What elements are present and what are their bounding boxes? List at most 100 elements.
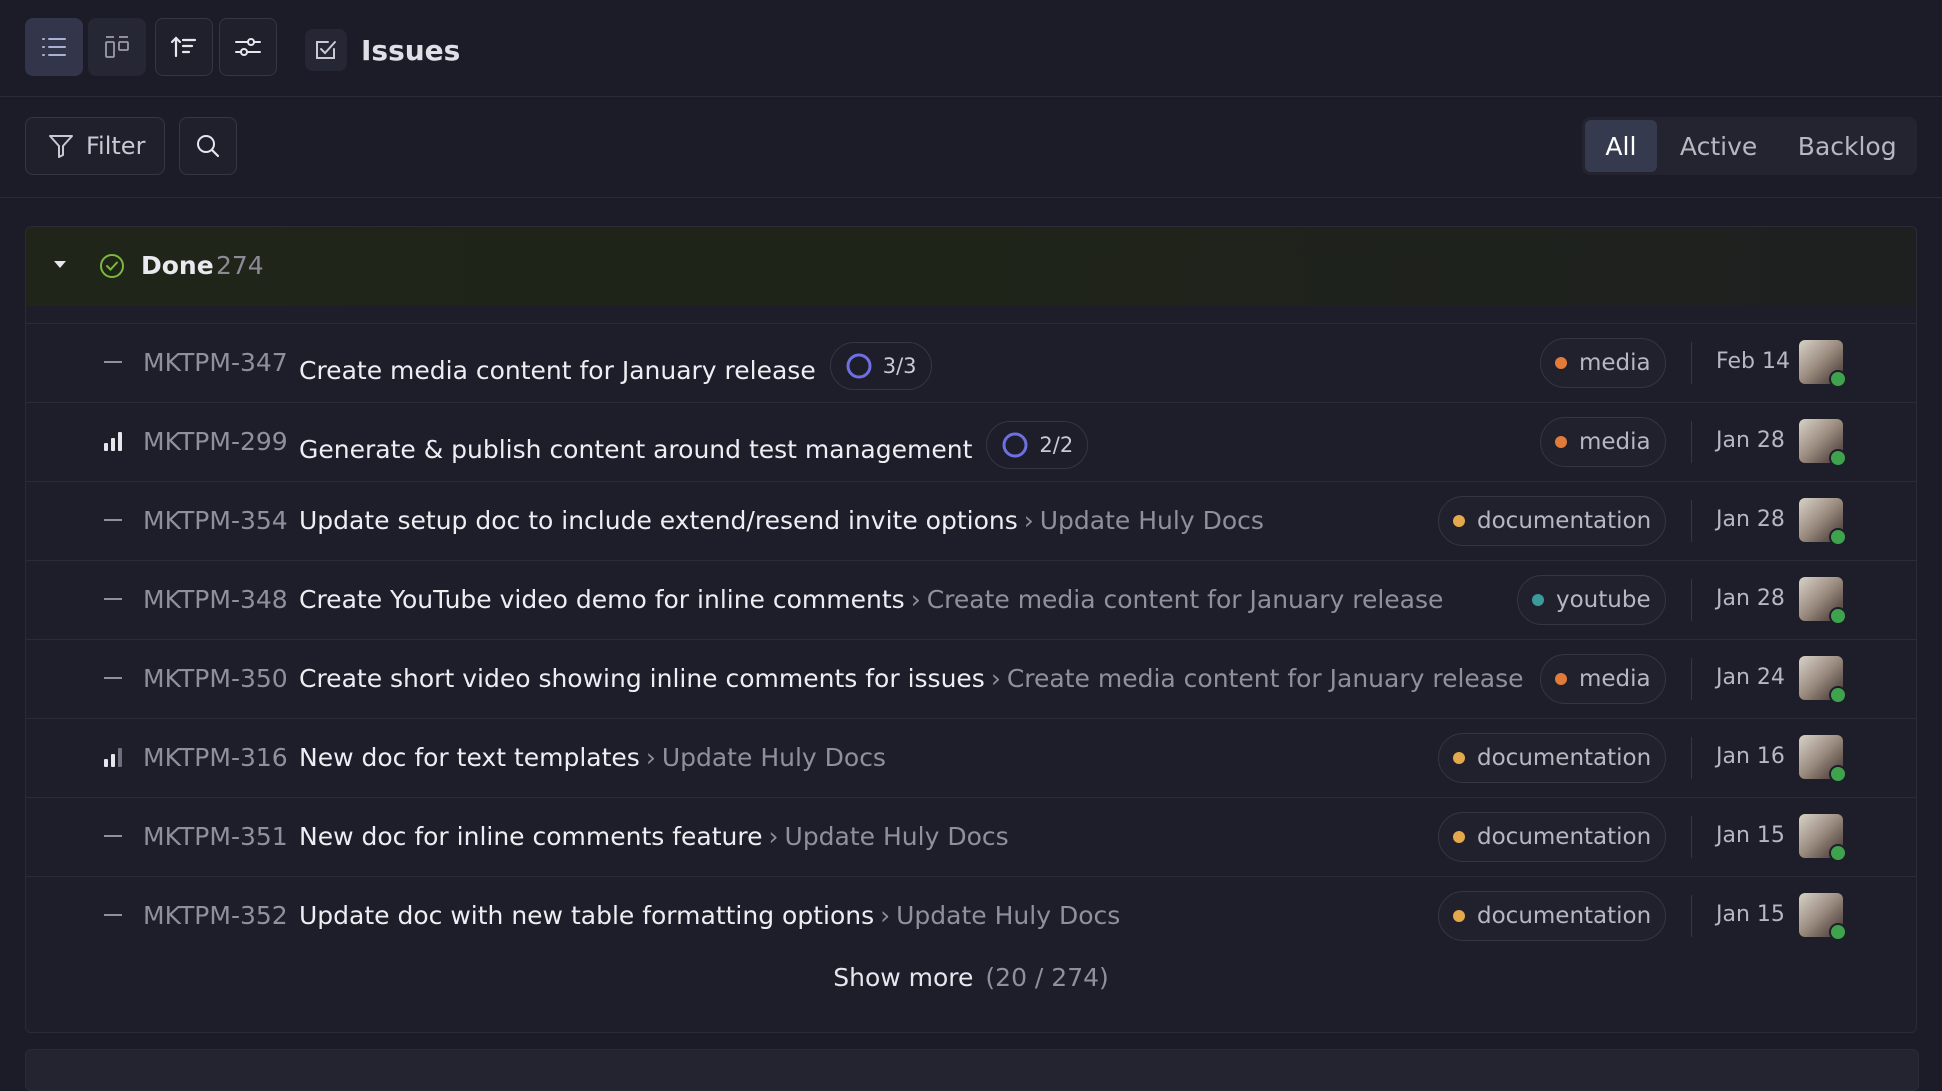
issue-title[interactable]: Generate & publish content around test m…: [299, 421, 1089, 475]
issue-title-text: Create YouTube video demo for inline com…: [299, 585, 905, 614]
parent-issue-link[interactable]: Update Huly Docs: [785, 822, 1009, 851]
issue-title[interactable]: Create media content for January release…: [299, 342, 932, 396]
sort-icon: [170, 36, 197, 58]
online-status-dot: [1829, 923, 1847, 941]
issue-id[interactable]: MKTPM-354: [143, 506, 288, 535]
label-color-dot: [1555, 436, 1567, 448]
breadcrumb-separator: ›: [880, 901, 891, 930]
no-priority-icon[interactable]: [101, 510, 125, 530]
issue-title[interactable]: New doc for text templates › Update Huly D…: [299, 743, 886, 772]
list-view-button[interactable]: [25, 18, 83, 76]
sub-issues-progress[interactable]: 3/3: [829, 342, 932, 390]
divider: [1691, 421, 1692, 463]
divider: [1691, 579, 1692, 621]
modified-date[interactable]: Jan 24: [1716, 665, 1785, 690]
issue-id[interactable]: MKTPM-348: [143, 585, 288, 614]
parent-issue-link[interactable]: Create media content for January release: [1007, 664, 1524, 693]
show-more-count: (20 / 274): [985, 963, 1109, 992]
high-priority-icon[interactable]: [101, 431, 125, 451]
issue-row[interactable]: MKTPM-316 New doc for text templates › Upda…: [26, 718, 1916, 797]
issue-title[interactable]: Update doc with new table formatting opt…: [299, 901, 1120, 930]
label-color-dot: [1453, 910, 1465, 922]
label-tag[interactable]: media: [1540, 654, 1666, 704]
issue-title[interactable]: New doc for inline comments feature › Upda…: [299, 822, 1009, 851]
search-icon: [197, 135, 220, 158]
issue-id[interactable]: MKTPM-351: [143, 822, 288, 851]
label-tag[interactable]: documentation: [1438, 496, 1667, 546]
assignee-avatar[interactable]: [1799, 735, 1847, 783]
issue-row[interactable]: MKTPM-354 Update setup doc to include ext…: [26, 481, 1916, 560]
modified-date[interactable]: Jan 28: [1716, 507, 1785, 532]
issue-title[interactable]: Create short video showing inline commen…: [299, 664, 1524, 693]
assignee-avatar[interactable]: [1799, 577, 1847, 625]
issue-id[interactable]: MKTPM-299: [143, 427, 288, 456]
sliders-icon: [235, 38, 261, 56]
issue-title[interactable]: Create YouTube video demo for inline com…: [299, 585, 1443, 614]
label-tag[interactable]: documentation: [1438, 733, 1667, 783]
issue-row[interactable]: MKTPM-347 Create media content for Januar…: [26, 323, 1916, 402]
parent-issue-link[interactable]: Update Huly Docs: [896, 901, 1120, 930]
chevron-down-icon[interactable]: [52, 258, 68, 270]
show-more-button[interactable]: Show more (20 / 274): [26, 963, 1916, 992]
progress-ring-icon: [1002, 432, 1028, 458]
medium-priority-icon[interactable]: [101, 747, 125, 767]
assignee-avatar[interactable]: [1799, 656, 1847, 704]
no-priority-icon[interactable]: [101, 589, 125, 609]
label-tag[interactable]: media: [1540, 417, 1666, 467]
label-tag[interactable]: youtube: [1517, 575, 1666, 625]
tab-all[interactable]: All: [1585, 120, 1657, 172]
issue-id[interactable]: MKTPM-347: [143, 348, 288, 377]
issue-title-text: Create short video showing inline commen…: [299, 664, 985, 693]
assignee-avatar[interactable]: [1799, 498, 1847, 546]
modified-date[interactable]: Feb 14: [1716, 349, 1790, 374]
search-button[interactable]: [179, 117, 237, 175]
modified-date[interactable]: Jan 16: [1716, 744, 1785, 769]
online-status-dot: [1829, 449, 1847, 467]
issue-row[interactable]: MKTPM-350 Create short video showing inli…: [26, 639, 1916, 718]
label-tag[interactable]: documentation: [1438, 891, 1667, 941]
modified-date[interactable]: Jan 15: [1716, 902, 1785, 927]
label-tag[interactable]: documentation: [1438, 812, 1667, 862]
divider: [1691, 658, 1692, 700]
page-title: Issues: [361, 33, 461, 67]
online-status-dot: [1829, 370, 1847, 388]
tab-backlog[interactable]: Backlog: [1780, 120, 1914, 172]
issue-row[interactable]: MKTPM-348 Create YouTube video demo for i…: [26, 560, 1916, 639]
issue-id[interactable]: MKTPM-352: [143, 901, 288, 930]
modified-date[interactable]: Jan 15: [1716, 823, 1785, 848]
issue-row[interactable]: MKTPM-351 New doc for inline comments fea…: [26, 797, 1916, 876]
breadcrumb-separator: ›: [990, 664, 1001, 693]
issue-row[interactable]: MKTPM-299 Generate & publish content arou…: [26, 402, 1916, 481]
no-priority-icon[interactable]: [101, 905, 125, 925]
sub-issues-progress[interactable]: 2/2: [986, 421, 1089, 469]
tab-active[interactable]: Active: [1657, 120, 1781, 172]
issue-title[interactable]: Update setup doc to include extend/resen…: [299, 506, 1264, 535]
board-view-button[interactable]: [88, 18, 146, 76]
no-priority-icon[interactable]: [101, 826, 125, 846]
view-options-button[interactable]: [219, 18, 277, 76]
assignee-avatar[interactable]: [1799, 340, 1847, 388]
assignee-avatar[interactable]: [1799, 893, 1847, 941]
parent-issue-link[interactable]: Update Huly Docs: [662, 743, 886, 772]
assignee-avatar[interactable]: [1799, 419, 1847, 467]
group-title: Done: [141, 251, 214, 280]
parent-issue-link[interactable]: Create media content for January release: [927, 585, 1444, 614]
modified-date[interactable]: Jan 28: [1716, 586, 1785, 611]
no-priority-icon[interactable]: [101, 668, 125, 688]
done-status-icon: [100, 254, 124, 278]
issue-row[interactable]: MKTPM-352 Update doc with new table forma…: [26, 876, 1916, 955]
group-header[interactable]: Done 274: [26, 227, 1916, 306]
issue-id[interactable]: MKTPM-316: [143, 743, 288, 772]
issues-checkbox-icon: [305, 29, 347, 71]
label-text: media: [1579, 666, 1651, 692]
filter-button[interactable]: Filter: [25, 117, 165, 175]
modified-date[interactable]: Jan 28: [1716, 428, 1785, 453]
sort-button[interactable]: [155, 18, 213, 76]
filter-label: Filter: [86, 132, 146, 160]
no-priority-icon[interactable]: [101, 352, 125, 372]
assignee-avatar[interactable]: [1799, 814, 1847, 862]
label-tag[interactable]: media: [1540, 338, 1666, 388]
issue-id[interactable]: MKTPM-350: [143, 664, 288, 693]
parent-issue-link[interactable]: Update Huly Docs: [1040, 506, 1264, 535]
show-more-label: Show more: [833, 963, 974, 992]
